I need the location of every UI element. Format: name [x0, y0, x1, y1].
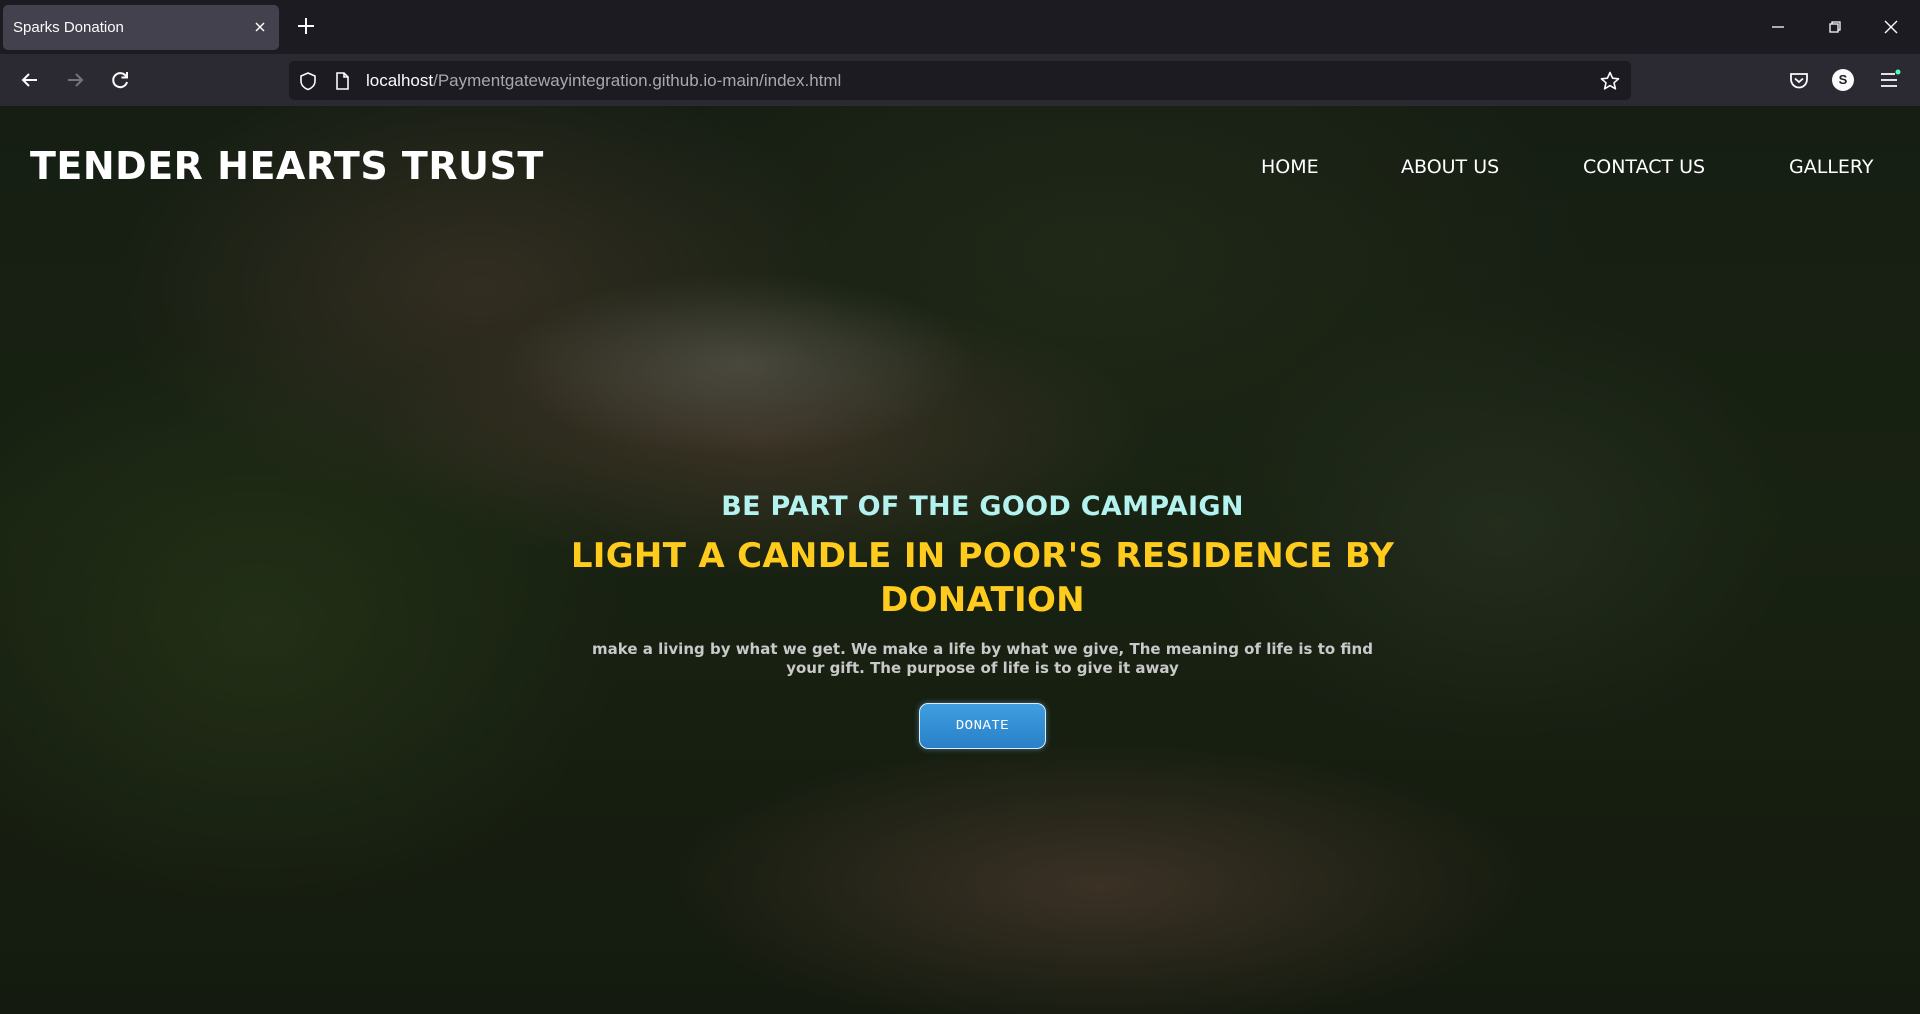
- browser-nav-bar: localhost/Paymentgatewayintegration.gith…: [0, 54, 1920, 106]
- browser-tab[interactable]: Sparks Donation: [3, 5, 279, 50]
- close-window-icon[interactable]: [1881, 17, 1901, 37]
- hero-subtitle: BE PART OF THE GOOD CAMPAIGN: [721, 491, 1244, 522]
- nav-link-gallery[interactable]: GALLERY: [1789, 156, 1874, 178]
- menu-icon[interactable]: [1877, 68, 1901, 92]
- site-logo[interactable]: TENDER HEARTS TRUST: [30, 144, 544, 188]
- restore-icon[interactable]: [1825, 17, 1845, 37]
- url-text[interactable]: localhost/Paymentgatewayintegration.gith…: [366, 61, 841, 100]
- url-bar[interactable]: localhost/Paymentgatewayintegration.gith…: [289, 61, 1631, 100]
- donate-button[interactable]: DONATE: [919, 703, 1046, 749]
- page-icon[interactable]: [331, 70, 353, 92]
- close-tab-icon[interactable]: [253, 20, 267, 34]
- profile-avatar[interactable]: S: [1832, 69, 1854, 91]
- nav-link-home[interactable]: HOME: [1261, 156, 1319, 178]
- nav-link-contact-us[interactable]: CONTACT US: [1583, 156, 1705, 178]
- bookmark-star-icon[interactable]: [1599, 70, 1621, 92]
- url-host: localhost: [366, 71, 434, 90]
- page-content: TENDER HEARTS TRUST HOME ABOUT US CONTAC…: [0, 106, 1920, 1014]
- reload-icon[interactable]: [108, 68, 132, 92]
- hero-section: BE PART OF THE GOOD CAMPAIGN LIGHT A CAN…: [560, 491, 1405, 749]
- back-icon[interactable]: [18, 68, 42, 92]
- forward-icon[interactable]: [63, 68, 87, 92]
- url-path: /Paymentgatewayintegration.github.io-mai…: [433, 71, 842, 90]
- shield-icon[interactable]: [297, 70, 319, 92]
- pocket-icon[interactable]: [1787, 68, 1811, 92]
- hero-title: LIGHT A CANDLE IN POOR'S RESIDENCE BY DO…: [570, 536, 1395, 620]
- nav-link-about-us[interactable]: ABOUT US: [1401, 156, 1499, 178]
- tab-title: Sparks Donation: [13, 19, 124, 36]
- hero-text: make a living by what we get. We make a …: [592, 640, 1373, 677]
- minimize-icon[interactable]: [1768, 17, 1788, 37]
- browser-tab-bar: Sparks Donation: [0, 0, 1920, 54]
- new-tab-icon[interactable]: [296, 16, 316, 36]
